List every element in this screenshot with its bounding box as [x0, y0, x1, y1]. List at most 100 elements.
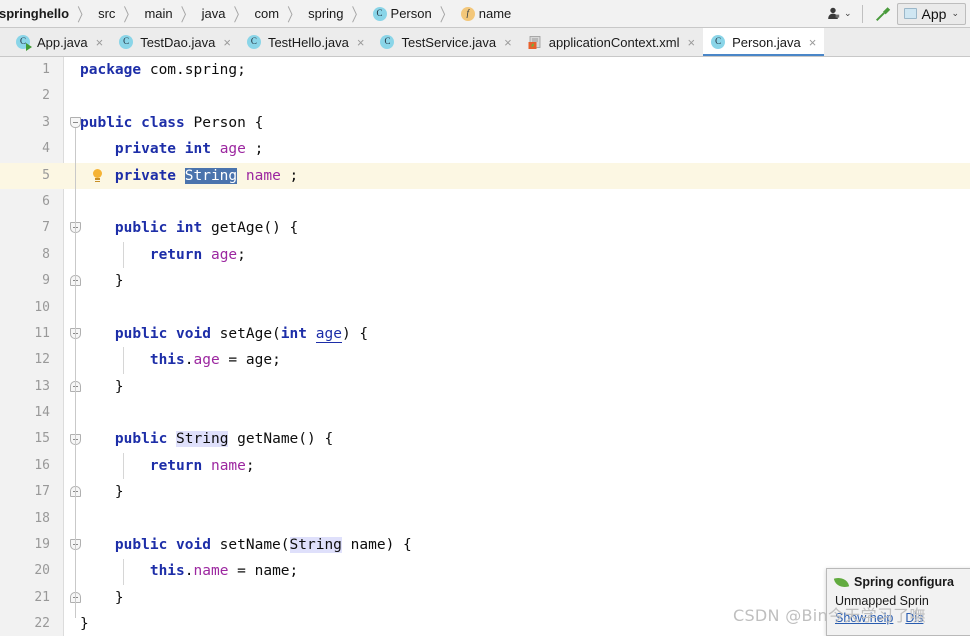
code-text: package com.spring;: [80, 62, 246, 78]
code-line[interactable]: 1 package com.spring;: [0, 57, 970, 83]
line-number: 20: [34, 563, 50, 579]
class-icon: C: [380, 34, 395, 49]
code-line-background: [64, 479, 970, 505]
code-line[interactable]: 6: [0, 189, 970, 215]
breadcrumb-toolbar: springhello 〉 src 〉 main 〉 java 〉 com 〉 spring 〉 C Pe…: [0, 0, 970, 28]
line-number: 2: [42, 88, 50, 104]
breadcrumb-item-src[interactable]: src: [97, 6, 116, 21]
editor-lines: 1 package com.spring; 2 3 public class Perso…: [0, 57, 970, 636]
tab-label: TestHello.java: [267, 34, 349, 50]
editor-tab-applicationcontext-xml[interactable]: applicationContext.xml ×: [520, 28, 703, 56]
breadcrumb-label: main: [144, 6, 173, 21]
code-line[interactable]: 9 }: [0, 268, 970, 294]
code-line[interactable]: 4 private int age ;: [0, 136, 970, 162]
editor-tab-testdao-java[interactable]: C TestDao.java ×: [111, 28, 239, 56]
code-line[interactable]: 17 }: [0, 479, 970, 505]
breadcrumb-label: spring: [308, 6, 344, 21]
code-line[interactable]: 10: [0, 295, 970, 321]
code-text: public void setAge(int age) {: [114, 325, 369, 343]
line-number: 1: [42, 62, 50, 77]
line-number: 22: [34, 616, 50, 632]
code-line[interactable]: 13 }: [0, 374, 970, 400]
line-number: 7: [42, 220, 50, 236]
breadcrumb-item-springhello[interactable]: springhello: [0, 6, 70, 21]
code-line[interactable]: 2: [0, 83, 970, 109]
breadcrumb-label: java: [201, 6, 226, 21]
line-number: 6: [42, 193, 50, 209]
chevron-down-icon: ⌄: [951, 8, 959, 18]
tab-close-icon[interactable]: ×: [223, 35, 231, 50]
line-number: 4: [42, 141, 50, 157]
code-text: public String getName() {: [114, 431, 334, 448]
code-line[interactable]: 5 private String name ;: [0, 162, 970, 189]
code-line[interactable]: 19 public void setName(String name) {: [0, 532, 970, 558]
fold-connector-line: [75, 127, 76, 619]
code-line-background: [64, 295, 970, 321]
breadcrumb-item-person[interactable]: C Person: [372, 6, 433, 21]
breadcrumb-item-java[interactable]: java: [201, 6, 227, 21]
code-text: }: [80, 589, 124, 606]
class-icon: C: [246, 34, 261, 49]
build-button[interactable]: [869, 2, 897, 26]
tab-close-icon[interactable]: ×: [688, 35, 696, 50]
editor-tab-testservice-java[interactable]: C TestService.java ×: [372, 28, 519, 56]
code-text: return name;: [149, 457, 255, 474]
code-line[interactable]: 12 this.age = age;: [0, 347, 970, 373]
build-hammer-icon: [875, 6, 890, 21]
line-number: 8: [42, 246, 50, 262]
breadcrumb-item-main[interactable]: main: [143, 6, 173, 21]
tab-label: TestService.java: [401, 34, 497, 50]
code-line[interactable]: 20 this.name = name;: [0, 558, 970, 584]
editor-tab-testhello-java[interactable]: C TestHello.java ×: [239, 28, 373, 56]
run-configuration-selector[interactable]: App ⌄: [896, 2, 966, 25]
code-fold-marker[interactable]: [70, 116, 81, 128]
class-icon: C: [119, 34, 134, 49]
code-editor[interactable]: 1 package com.spring; 2 3 public class Perso…: [0, 57, 970, 636]
run-configuration-label: App: [921, 5, 947, 22]
code-text: private int age ;: [114, 141, 264, 158]
code-line[interactable]: 8 return age;: [0, 242, 970, 268]
code-line[interactable]: 15 public String getName() {: [0, 426, 970, 452]
user-caret-icon: ⌄: [843, 8, 852, 18]
breadcrumb-item-com[interactable]: com: [254, 6, 281, 21]
line-number: 12: [34, 352, 50, 368]
field-icon: f: [460, 6, 475, 21]
tab-close-icon[interactable]: ×: [96, 35, 104, 50]
code-line[interactable]: 11 public void setAge(int age) {: [0, 321, 970, 347]
code-line[interactable]: 7 public int getAge() {: [0, 215, 970, 241]
code-line[interactable]: 3 public class Person {: [0, 110, 970, 136]
spring-leaf-icon: [833, 575, 850, 589]
code-line[interactable]: 16 return name;: [0, 453, 970, 479]
tab-close-icon[interactable]: ×: [809, 35, 817, 50]
breadcrumb-item-name[interactable]: f name: [460, 6, 513, 21]
class-icon: C: [372, 6, 387, 21]
user-avatar-button[interactable]: ⌄: [823, 2, 856, 26]
code-line[interactable]: 18: [0, 506, 970, 532]
tab-close-icon[interactable]: ×: [504, 35, 512, 50]
editor-tab-app-java[interactable]: C App.java ×: [8, 28, 111, 56]
idea-editor-window: springhello 〉 src 〉 main 〉 java 〉 com 〉 spring 〉 C Pe…: [0, 0, 970, 636]
intention-lightbulb-icon[interactable]: [92, 168, 103, 183]
tab-close-icon[interactable]: ×: [357, 35, 365, 50]
popup-title: Spring configura: [854, 575, 954, 589]
editor-tab-person-java[interactable]: C Person.java ×: [703, 28, 825, 56]
code-line[interactable]: 14: [0, 400, 970, 426]
java-class-icon: C: [246, 34, 262, 50]
tab-label: TestDao.java: [140, 34, 216, 50]
line-number: 19: [34, 537, 50, 553]
code-text: public class Person {: [80, 114, 264, 131]
popup-title-row: Spring configura: [833, 575, 967, 589]
breadcrumb-item-spring[interactable]: spring: [307, 6, 344, 21]
breadcrumb-separator: 〉: [77, 4, 91, 25]
indent-guide: [123, 558, 124, 585]
code-text: private String name ;: [114, 167, 299, 184]
breadcrumb: springhello 〉 src 〉 main 〉 java 〉 com 〉 spring 〉 C Pe…: [0, 0, 823, 27]
code-text: }: [80, 378, 124, 395]
code-line-background: [64, 400, 970, 426]
breadcrumb-label: name: [478, 6, 512, 21]
breadcrumb-separator: 〉: [351, 4, 365, 25]
java-class-icon: C: [380, 34, 395, 50]
breadcrumb-separator: 〉: [287, 4, 301, 25]
spring-xml-icon: [528, 35, 543, 50]
line-number: 10: [34, 299, 50, 315]
